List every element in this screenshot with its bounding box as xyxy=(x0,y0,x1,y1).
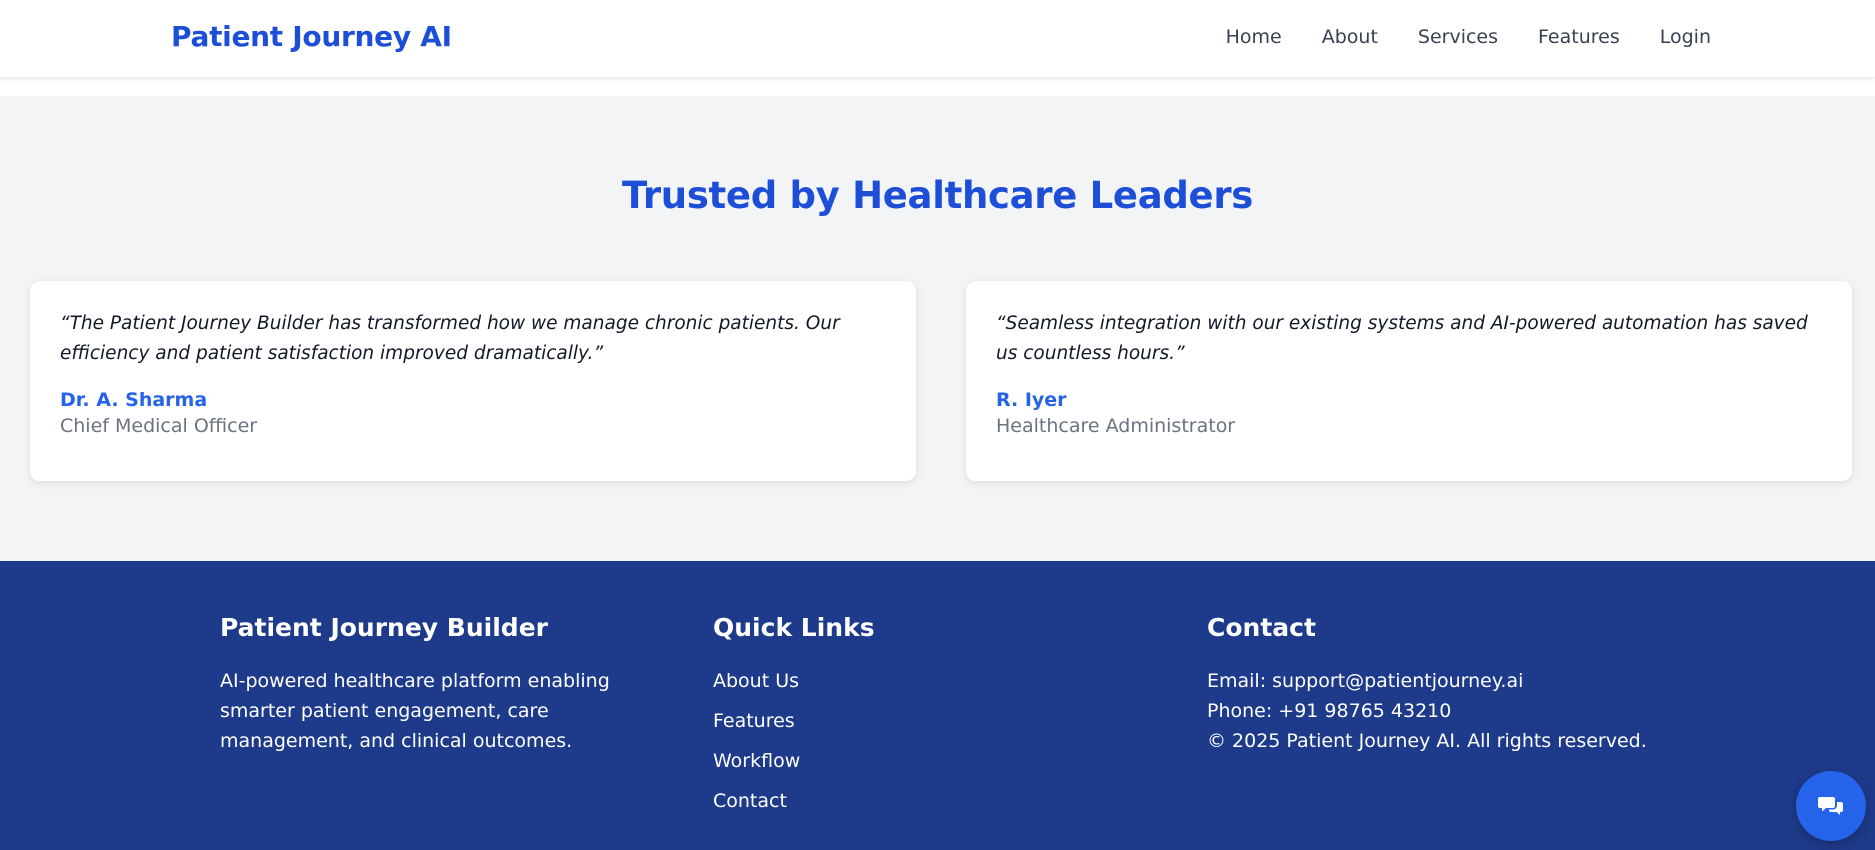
footer-link-features[interactable]: Features xyxy=(713,710,795,732)
list-item: About Us xyxy=(713,666,1113,696)
nav-menu: Home About Services Features Login xyxy=(1226,26,1711,48)
footer-quick-links-list: About Us Features Workflow Contact xyxy=(713,666,1113,816)
testimonial-author: Dr. A. Sharma xyxy=(60,389,208,411)
testimonial-role: Healthcare Administrator xyxy=(996,415,1236,437)
chat-button[interactable] xyxy=(1796,771,1866,841)
testimonial-card: “The Patient Journey Builder has transfo… xyxy=(30,281,916,481)
footer-link-about-us[interactable]: About Us xyxy=(713,670,799,692)
footer-contact-column: Contact Email: support@patientjourney.ai… xyxy=(1207,613,1707,756)
footer-link-workflow[interactable]: Workflow xyxy=(713,750,800,772)
list-item: Contact xyxy=(713,786,1113,816)
nav-link-login[interactable]: Login xyxy=(1660,26,1711,48)
site-footer: Patient Journey Builder AI-powered healt… xyxy=(0,561,1875,850)
footer-quick-links-column: Quick Links About Us Features Workflow C… xyxy=(713,613,1113,826)
testimonials-section: Trusted by Healthcare Leaders “The Patie… xyxy=(0,96,1875,561)
testimonial-quote: “The Patient Journey Builder has transfo… xyxy=(60,313,840,364)
testimonial-author: R. Iyer xyxy=(996,389,1067,411)
brand-logo-link[interactable]: Patient Journey AI xyxy=(171,20,452,53)
chat-bubbles-icon xyxy=(1818,795,1844,817)
list-item: Workflow xyxy=(713,746,1113,776)
footer-about-column: Patient Journey Builder AI-powered healt… xyxy=(220,613,660,756)
footer-about-heading: Patient Journey Builder xyxy=(220,613,548,642)
nav-link-services[interactable]: Services xyxy=(1418,26,1498,48)
footer-link-contact[interactable]: Contact xyxy=(713,790,787,812)
contact-phone: Phone: +91 98765 43210 xyxy=(1207,700,1452,722)
nav-link-features[interactable]: Features xyxy=(1538,26,1620,48)
list-item: Features xyxy=(713,706,1113,736)
footer-quick-links-heading: Quick Links xyxy=(713,613,875,642)
testimonial-quote: “Seamless integration with our existing … xyxy=(996,313,1808,364)
contact-email: Email: support@patientjourney.ai xyxy=(1207,670,1524,692)
copyright-text: © 2025 Patient Journey AI. All rights re… xyxy=(1207,730,1647,752)
testimonial-role: Chief Medical Officer xyxy=(60,415,258,437)
section-divider-strip xyxy=(0,77,1875,96)
testimonials-title: Trusted by Healthcare Leaders xyxy=(621,174,1254,217)
footer-about-text: AI-powered healthcare platform enabling … xyxy=(220,670,610,752)
footer-contact-heading: Contact xyxy=(1207,613,1316,642)
top-navbar: Patient Journey AI Home About Services F… xyxy=(0,0,1875,77)
nav-link-home[interactable]: Home xyxy=(1226,26,1282,48)
testimonial-card: “Seamless integration with our existing … xyxy=(966,281,1852,481)
nav-link-about[interactable]: About xyxy=(1322,26,1378,48)
